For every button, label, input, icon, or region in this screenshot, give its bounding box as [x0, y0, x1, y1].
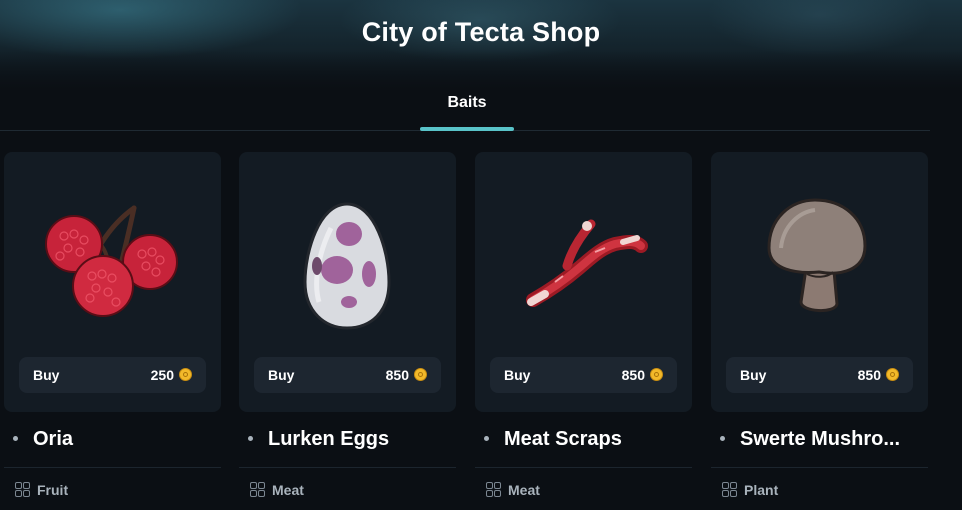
- item-category: Fruit: [37, 482, 69, 498]
- coin-icon: [886, 368, 899, 381]
- buy-button[interactable]: Buy 850: [726, 357, 913, 393]
- price-value: 850: [621, 367, 645, 383]
- price-value: 850: [857, 367, 881, 383]
- bullet-icon: [720, 436, 725, 441]
- buy-button[interactable]: Buy 850: [254, 357, 441, 393]
- item-card-oria[interactable]: Buy 250: [4, 152, 221, 412]
- spotted-egg-icon: [303, 202, 391, 330]
- meat-scraps-icon: [526, 219, 648, 307]
- category-icon: [15, 482, 31, 498]
- item-card-lurken-eggs[interactable]: Buy 850: [239, 152, 456, 412]
- price-value: 850: [385, 367, 409, 383]
- berry-cluster-icon: [45, 205, 178, 317]
- category-icon: [486, 482, 502, 498]
- price-value: 250: [150, 367, 174, 383]
- item-card-meat-scraps[interactable]: Buy 850: [475, 152, 692, 412]
- item-name: Oria: [33, 428, 74, 450]
- buy-label: Buy: [33, 367, 60, 383]
- bullet-icon: [248, 436, 253, 441]
- item-card-swerte-mushroom[interactable]: Buy 850: [711, 152, 928, 412]
- category-icon: [722, 482, 738, 498]
- coin-icon: [179, 368, 192, 381]
- mushroom-icon: [767, 198, 867, 312]
- shop-title: City of Tecta Shop: [361, 17, 601, 47]
- buy-label: Buy: [740, 367, 767, 383]
- item-name: Lurken Eggs: [268, 428, 390, 450]
- bullet-icon: [484, 436, 489, 441]
- item-name: Meat Scraps: [504, 428, 622, 450]
- bullet-icon: [13, 436, 18, 441]
- buy-button[interactable]: Buy 250: [19, 357, 206, 393]
- buy-label: Buy: [504, 367, 531, 383]
- item-category: Plant: [744, 482, 779, 498]
- item-category: Meat: [272, 482, 304, 498]
- item-category: Meat: [508, 482, 540, 498]
- category-icon: [250, 482, 266, 498]
- buy-label: Buy: [268, 367, 295, 383]
- coin-icon: [414, 368, 427, 381]
- tab-baits[interactable]: Baits: [420, 90, 514, 130]
- buy-button[interactable]: Buy 850: [490, 357, 677, 393]
- coin-icon: [650, 368, 663, 381]
- active-tab-indicator: [420, 127, 514, 131]
- item-name: Swerte Mushro...: [740, 428, 901, 450]
